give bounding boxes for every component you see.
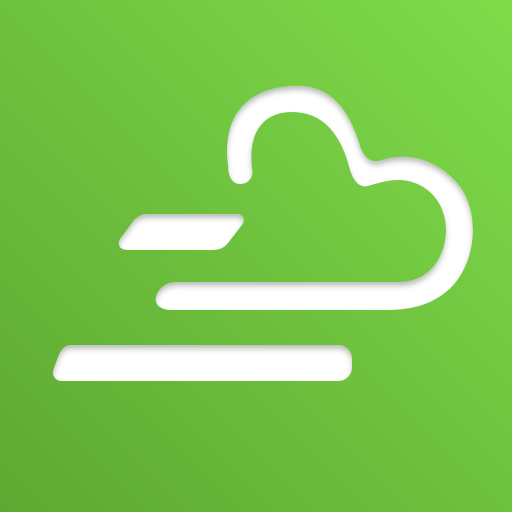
wind-streak-bottom [52, 345, 353, 381]
icon-background [0, 0, 512, 512]
windy-cloud-icon [0, 0, 512, 512]
wind-streak-top [118, 214, 244, 250]
app-icon-tile[interactable] [0, 0, 512, 512]
